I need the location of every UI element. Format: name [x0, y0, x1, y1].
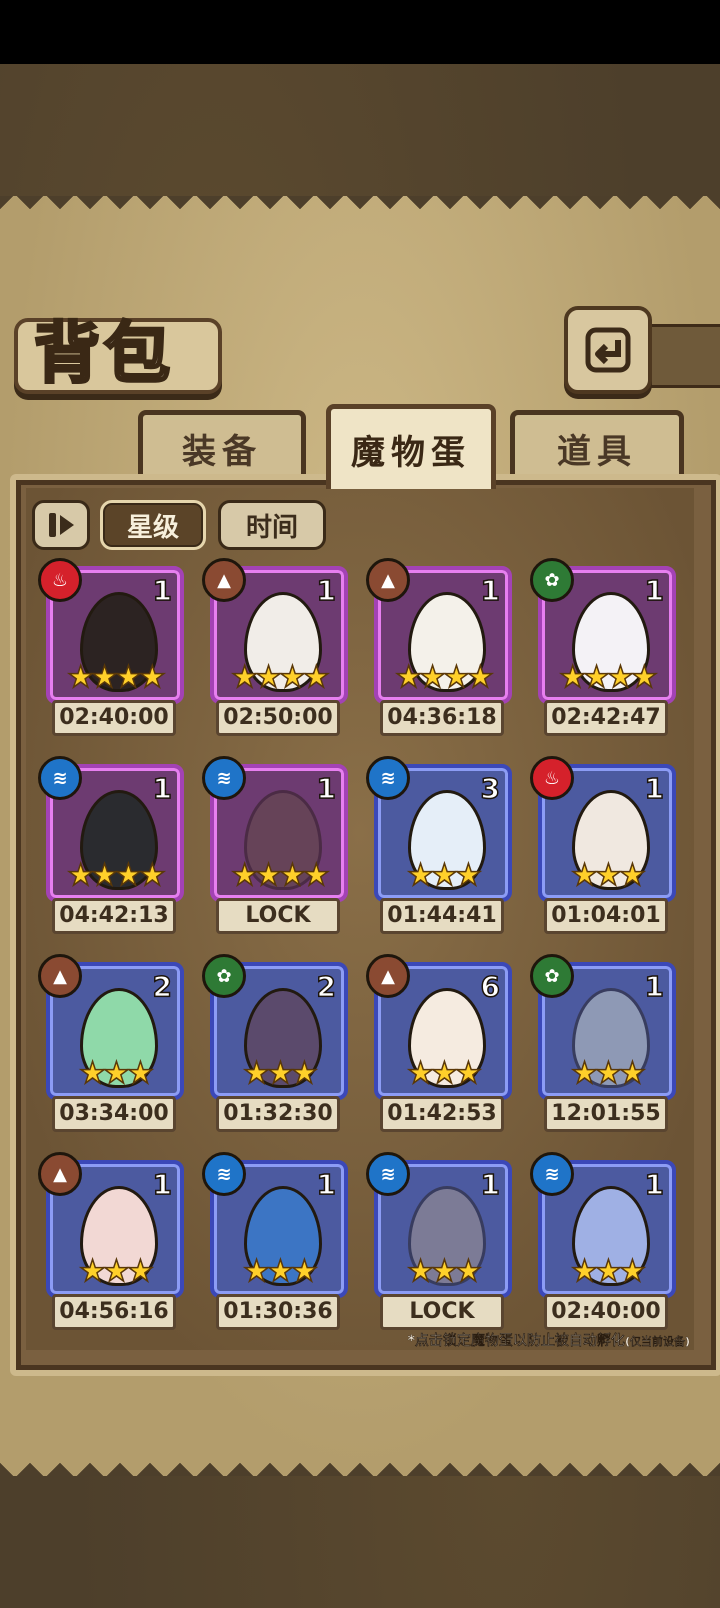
egg-count: 1 — [152, 771, 173, 806]
sort-by-stars-button[interactable]: 星级 — [100, 500, 206, 550]
tab-monster-eggs[interactable]: 魔物蛋 — [326, 404, 496, 489]
star-rating: ★★★★ — [558, 659, 658, 696]
nature-icon: ✿ — [530, 954, 574, 998]
hatch-timer: 04:42:13 — [52, 898, 176, 934]
egg-count: 1 — [316, 771, 337, 806]
hatch-timer: 01:32:30 — [216, 1096, 340, 1132]
scroll-edge-top — [0, 196, 720, 220]
lock-hint-sub: (仅当前设备) — [624, 1335, 690, 1348]
hatch-timer: 02:42:47 — [544, 700, 668, 736]
egg-count: 1 — [316, 573, 337, 608]
back-button[interactable] — [564, 306, 652, 394]
star-rating: ★★★ — [406, 857, 482, 894]
hatch-timer: 12:01:55 — [544, 1096, 668, 1132]
tab-items[interactable]: 道具 — [510, 410, 684, 481]
egg-count: 1 — [480, 573, 501, 608]
hatch-timer: 01:30:36 — [216, 1294, 340, 1330]
back-strip — [640, 324, 720, 388]
egg-count: 1 — [644, 1167, 665, 1202]
hatch-timer: 04:36:18 — [380, 700, 504, 736]
water-icon: ≋ — [530, 1152, 574, 1196]
hatch-timer: 04:56:16 — [52, 1294, 176, 1330]
egg-count: 1 — [480, 1167, 501, 1202]
star-rating: ★★★ — [78, 1055, 154, 1092]
star-rating: ★★★ — [242, 1253, 318, 1290]
nature-icon: ✿ — [202, 954, 246, 998]
water-icon: ≋ — [202, 756, 246, 800]
egg-card[interactable]: ≋ 1 ★★★ 01:30:36 — [202, 1152, 348, 1330]
sort-order-button[interactable] — [32, 500, 90, 550]
egg-card[interactable]: ✿ 2 ★★★ 01:32:30 — [202, 954, 348, 1132]
star-rating: ★★★★ — [230, 857, 330, 894]
water-icon: ≋ — [366, 1152, 410, 1196]
hatch-timer: 02:40:00 — [52, 700, 176, 736]
earth-icon: ▲ — [366, 954, 410, 998]
star-rating: ★★★ — [570, 1055, 646, 1092]
egg-card[interactable]: ≋ 1 ★★★ 02:40:00 — [530, 1152, 676, 1330]
sort-toggle-icon — [49, 513, 74, 537]
back-arrow-icon — [585, 327, 631, 373]
fire-icon: ♨ — [38, 558, 82, 602]
egg-count: 3 — [480, 771, 501, 806]
water-icon: ≋ — [202, 1152, 246, 1196]
egg-count: 1 — [644, 969, 665, 1004]
lock-hint-main: *点击锁定魔物蛋以防止被自动孵化 — [407, 1333, 625, 1349]
egg-card[interactable]: ✿ 1 ★★★★ 02:42:47 — [530, 558, 676, 736]
star-rating: ★★★★ — [66, 659, 166, 696]
star-rating: ★★★ — [242, 1055, 318, 1092]
egg-card[interactable]: ▲ 2 ★★★ 03:34:00 — [38, 954, 184, 1132]
status-bar — [0, 0, 720, 64]
star-rating: ★★★ — [406, 1055, 482, 1092]
hatch-timer: 02:40:00 — [544, 1294, 668, 1330]
egg-card[interactable]: ≋ 1 ★★★★ LOCK — [202, 756, 348, 934]
star-rating: ★★★ — [570, 1253, 646, 1290]
egg-card[interactable]: ▲ 6 ★★★ 01:42:53 — [366, 954, 512, 1132]
egg-card[interactable]: ▲ 1 ★★★★ 04:36:18 — [366, 558, 512, 736]
egg-count: 1 — [316, 1167, 337, 1202]
earth-icon: ▲ — [38, 1152, 82, 1196]
egg-card[interactable]: ▲ 1 ★★★ 04:56:16 — [38, 1152, 184, 1330]
egg-count: 1 — [152, 573, 173, 608]
sort-by-time-button[interactable]: 时间 — [218, 500, 326, 550]
egg-count: 1 — [152, 1167, 173, 1202]
tab-equipment[interactable]: 装备 — [138, 410, 306, 481]
scroll-edge-bottom — [0, 1452, 720, 1476]
egg-card[interactable]: ♨ 1 ★★★ 01:04:01 — [530, 756, 676, 934]
hatch-timer: LOCK — [216, 898, 340, 934]
water-icon: ≋ — [38, 756, 82, 800]
egg-card[interactable]: ≋ 1 ★★★★ 04:42:13 — [38, 756, 184, 934]
water-icon: ≋ — [366, 756, 410, 800]
egg-count: 6 — [480, 969, 501, 1004]
star-rating: ★★★★ — [230, 659, 330, 696]
hatch-timer: 01:04:01 — [544, 898, 668, 934]
earth-icon: ▲ — [366, 558, 410, 602]
star-rating: ★★★ — [78, 1253, 154, 1290]
hatch-timer: 03:34:00 — [52, 1096, 176, 1132]
star-rating: ★★★★ — [394, 659, 494, 696]
egg-count: 2 — [152, 969, 173, 1004]
egg-card[interactable]: ≋ 3 ★★★ 01:44:41 — [366, 756, 512, 934]
fire-icon: ♨ — [530, 756, 574, 800]
hatch-timer: 02:50:00 — [216, 700, 340, 736]
star-rating: ★★★ — [406, 1253, 482, 1290]
star-rating: ★★★★ — [66, 857, 166, 894]
earth-icon: ▲ — [202, 558, 246, 602]
hatch-timer: LOCK — [380, 1294, 504, 1330]
hatch-timer: 01:44:41 — [380, 898, 504, 934]
egg-count: 1 — [644, 771, 665, 806]
egg-count: 1 — [644, 573, 665, 608]
egg-count: 2 — [316, 969, 337, 1004]
egg-card[interactable]: ♨ 1 ★★★★ 02:40:00 — [38, 558, 184, 736]
nature-icon: ✿ — [530, 558, 574, 602]
egg-card[interactable]: ▲ 1 ★★★★ 02:50:00 — [202, 558, 348, 736]
page-title: 背包 — [33, 313, 174, 394]
lock-hint: *点击锁定魔物蛋以防止被自动孵化(仅当前设备) — [407, 1330, 690, 1350]
hatch-timer: 01:42:53 — [380, 1096, 504, 1132]
earth-icon: ▲ — [38, 954, 82, 998]
star-rating: ★★★ — [570, 857, 646, 894]
egg-card[interactable]: ✿ 1 ★★★ 12:01:55 — [530, 954, 676, 1132]
egg-card[interactable]: ≋ 1 ★★★ LOCK — [366, 1152, 512, 1330]
